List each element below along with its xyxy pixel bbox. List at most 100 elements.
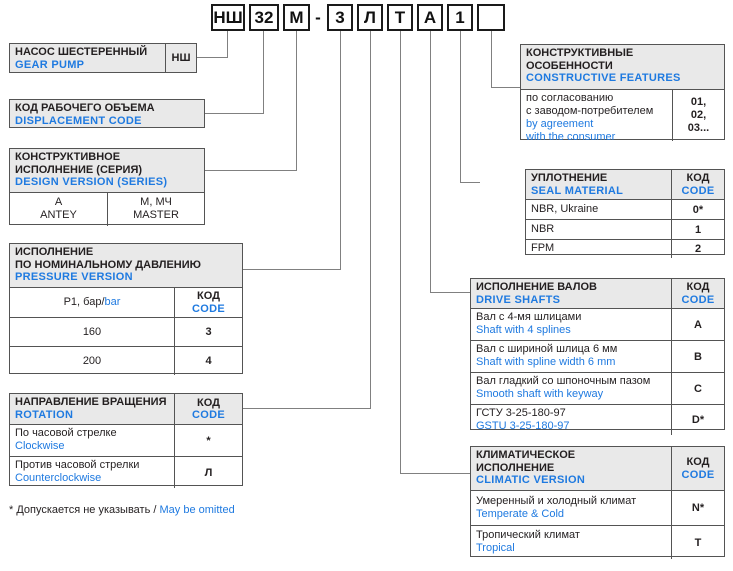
gear-pump-title-en: GEAR PUMP [15,58,85,71]
pressure-title-ru-1: ИСПОЛНЕНИЕ [15,246,94,258]
panel-seal-material: УПЛОТНЕНИЕ SEAL MATERIAL КОД CODE NBR, U… [525,169,725,258]
drive-shafts-code-header: КОД CODE [671,279,724,308]
rotation-code-header-en: CODE [192,409,225,421]
rotation-counterclockwise-ru: Против часовой стрелки [15,459,140,471]
table-row: По часовой стрелке Clockwise * [10,424,242,456]
seal-nbr-ukraine: NBR, Ukraine [526,200,671,219]
constructive-body-ru-1: по согласованию [526,92,614,104]
connector-line [227,31,228,58]
code-box-design-version[interactable]: М [283,4,310,31]
climatic-temperate-cold-en: Temperate & Cold [476,507,565,520]
seal-code-header-ru: КОД [686,172,710,184]
connector-line [202,113,264,114]
climatic-temperate-cold-ru: Умеренный и холодный климат [476,494,637,507]
constructive-codes: 01, 02, 03... [672,90,724,141]
code-box-drive-shaft[interactable]: А [417,4,443,31]
code-box-displacement[interactable]: 32 [249,4,279,31]
constructive-body-ru-2: с заводом-потребителем [526,105,654,117]
pressure-column-headers: P1, бар/bar КОД CODE [10,287,242,317]
code-box-pump-type[interactable]: НШ [211,4,245,31]
connector-line [430,292,470,293]
table-row: Вал с шириной шлица 6 мм Shaft with spli… [471,340,724,372]
code-box-pressure-version[interactable]: 3 [327,4,353,31]
climatic-code-header-en: CODE [681,468,715,481]
drive-shaft-4-splines: Вал с 4-мя шлицами Shaft with 4 splines [471,309,671,340]
climatic-tropical-ru: Тропический климат [476,529,580,541]
panel-constructive-features: КОНСТРУКТИВНЫЕ ОСОБЕННОСТИ CONSTRUCTIVE … [520,44,725,143]
code-box-constructive-features[interactable] [477,4,505,31]
pressure-code-200: 4 [174,347,242,375]
pressure-p1-header-en: bar [104,296,121,308]
code-box-climatic-version[interactable]: Т [387,4,413,31]
pressure-title-en: PRESSURE VERSION [15,271,133,283]
connector-line [340,31,341,270]
code-separator-dash: - [315,7,321,27]
rotation-clockwise-en: Clockwise [15,440,65,452]
drive-shaft-keyway: Вал гладкий со шпоночным пазом Smooth sh… [471,373,671,404]
climatic-tropical: Тропический климат Tropical [471,526,671,559]
code-box-seal-material[interactable]: 1 [447,4,473,31]
design-version-title-ru-1: КОНСТРУКТИВНОЕ [15,151,121,163]
drive-shaft-gstu: ГСТУ 3-25-180-97 GSTU 3-25-180-97 [471,405,671,435]
panel-rotation: НАПРАВЛЕНИЕ ВРАЩЕНИЯ ROTATION КОД CODE П… [9,393,243,488]
rotation-title: НАПРАВЛЕНИЕ ВРАЩЕНИЯ ROTATION [10,394,174,424]
constructive-title-ru-1: КОНСТРУКТИВНЫЕ [526,47,634,59]
pressure-value-160: 160 [82,326,102,338]
connector-line [370,31,371,409]
rotation-clockwise-code: * [174,425,242,456]
drive-shaft-4-splines-ru: Вал с 4-мя шлицами [476,311,582,323]
footnote-en: May be omitted [159,504,235,516]
seal-code-header: КОД CODE [671,170,724,199]
climatic-code-header-ru: КОД [686,456,710,468]
drive-shaft-gstu-code: D* [671,405,724,435]
rotation-counterclockwise-en: Counterclockwise [15,472,102,484]
pressure-value-200: 200 [82,355,102,367]
drive-shafts-code-header-en: CODE [681,293,715,306]
design-version-rows: А ANTEY М, МЧ MASTER [10,192,204,226]
constructive-code-03: 03... [687,122,710,134]
table-row: 200 4 [10,346,242,375]
connector-line [491,87,520,88]
drive-shaft-keyway-en: Smooth shaft with keyway [476,388,604,400]
panel-pressure-version: ИСПОЛНЕНИЕ ПО НОМИНАЛЬНОМУ ДАВЛЕНИЮ PRES… [9,243,243,375]
climatic-title-ru-1: КЛИМАТИЧЕСКОЕ [476,449,576,461]
rotation-code-header: КОД CODE [174,394,242,424]
connector-line [400,31,401,474]
climatic-temperate-cold-code: N* [671,491,724,525]
constructive-code-01: 01, [690,96,707,108]
seal-title: УПЛОТНЕНИЕ SEAL MATERIAL [526,170,671,199]
gear-pump-title: НАСОС ШЕСТЕРЕННЫЙ GEAR PUMP [10,44,165,72]
connector-line [263,31,264,114]
pressure-code-header-ru: КОД [197,290,220,302]
drive-shafts-title: ИСПОЛНЕНИЕ ВАЛОВ DRIVE SHAFTS [471,279,671,308]
design-version-title-ru-2: ИСПОЛНЕНИЕ (СЕРИЯ) [15,163,143,176]
drive-shaft-gstu-ru: ГСТУ 3-25-180-97 [476,406,566,419]
panel-displacement-code: КОД РАБОЧЕГО ОБЪЕМА DISPLACEMENT CODE [9,99,205,128]
connector-line [460,31,461,183]
drive-shafts-title-en: DRIVE SHAFTS [476,293,561,306]
rotation-code-header-ru: КОД [197,396,220,409]
seal-code-header-en: CODE [681,184,715,197]
code-box-rotation[interactable]: Л [357,4,383,31]
gear-pump-code: НШ [165,44,196,72]
pressure-code-header: КОД CODE [174,288,242,317]
connector-line [400,473,470,474]
constructive-title-ru-2: ОСОБЕННОСТИ [526,59,613,72]
connector-line [430,31,431,293]
seal-nbr-ukraine-label: NBR, Ukraine [531,202,599,215]
rotation-counterclockwise-code: Л [174,457,242,488]
connector-line [491,31,492,88]
rotation-title-ru: НАПРАВЛЕНИЕ ВРАЩЕНИЯ [15,396,167,408]
connector-line [296,31,297,171]
seal-nbr-label: NBR [531,222,555,235]
connector-line [243,408,371,409]
connector-line [194,57,228,58]
seal-fpm-label: FPM [531,242,555,254]
drive-shafts-code-header-ru: КОД [686,281,710,293]
table-row: Против часовой стрелки Counterclockwise … [10,456,242,488]
drive-shaft-gstu-en: GSTU 3-25-180-97 [476,419,570,432]
rotation-clockwise: По часовой стрелке Clockwise [10,425,174,456]
drive-shaft-4-splines-en: Shaft with 4 splines [476,324,571,336]
constructive-body-en-2: with the consumer [526,131,616,143]
constructive-body-en-1: by agreement [526,118,594,130]
